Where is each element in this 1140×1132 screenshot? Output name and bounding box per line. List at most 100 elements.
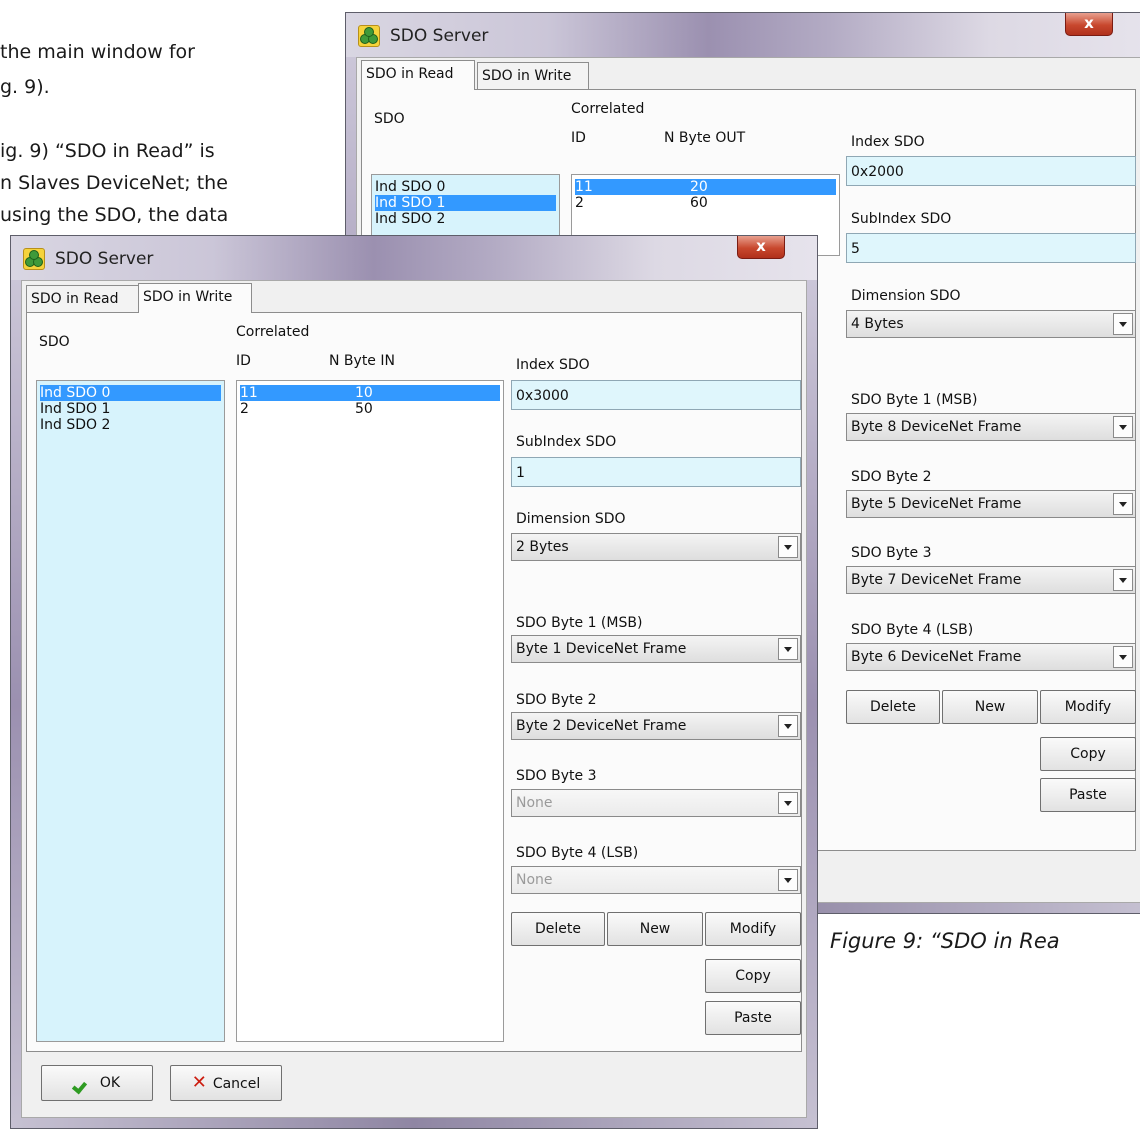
back-sdo-label: SDO xyxy=(374,111,405,127)
back-index-label: Index SDO xyxy=(851,134,925,150)
list-item[interactable]: Ind SDO 1 xyxy=(375,195,556,211)
front-byte1-value: Byte 1 DeviceNet Frame xyxy=(516,641,687,657)
chevron-down-icon[interactable] xyxy=(1113,313,1133,335)
front-footer: OK ✕ Cancel xyxy=(26,1051,802,1113)
row-id: 2 xyxy=(240,401,249,417)
back-byte1-value: Byte 8 DeviceNet Frame xyxy=(851,419,1022,435)
list-item[interactable]: Ind SDO 2 xyxy=(375,211,556,227)
chevron-down-icon[interactable] xyxy=(778,638,798,660)
back-new-button[interactable]: New xyxy=(942,690,1038,724)
front-frame-right xyxy=(807,280,817,1128)
back-dimension-label: Dimension SDO xyxy=(851,288,961,304)
table-row[interactable]: 2 50 xyxy=(240,401,500,417)
cancel-label: Cancel xyxy=(212,1076,261,1092)
row-nbyte: 60 xyxy=(690,195,708,211)
back-copy-button[interactable]: Copy xyxy=(1040,737,1136,771)
doc-line-3: ig. 9) “SDO in Read” is xyxy=(0,140,215,162)
table-row[interactable]: 11 10 xyxy=(240,385,500,401)
row-nbyte: 10 xyxy=(355,385,373,401)
chevron-down-icon[interactable] xyxy=(1113,646,1133,668)
back-byte3-value: Byte 7 DeviceNet Frame xyxy=(851,572,1022,588)
row-id: 11 xyxy=(240,385,258,401)
back-byte4-value: Byte 6 DeviceNet Frame xyxy=(851,649,1022,665)
list-item[interactable]: Ind SDO 2 xyxy=(40,417,221,433)
list-item[interactable]: Ind SDO 1 xyxy=(40,401,221,417)
back-byte2-select[interactable]: Byte 5 DeviceNet Frame xyxy=(846,490,1136,518)
chevron-down-icon[interactable] xyxy=(1113,416,1133,438)
back-correlated-label: Correlated xyxy=(571,101,645,117)
front-frame-left xyxy=(11,280,21,1128)
row-id: 2 xyxy=(575,195,584,211)
ok-button[interactable]: OK xyxy=(41,1065,153,1101)
front-client-area: SDO in Read SDO in Write SDO Correlated … xyxy=(21,280,807,1118)
front-correlated-label: Correlated xyxy=(236,324,310,340)
chevron-down-icon[interactable] xyxy=(778,715,798,737)
front-byte4-value: None xyxy=(516,872,553,888)
back-titlebar[interactable]: SDO Server x xyxy=(346,13,1140,57)
back-byte2-value: Byte 5 DeviceNet Frame xyxy=(851,496,1022,512)
front-byte1-label: SDO Byte 1 (MSB) xyxy=(516,615,643,631)
front-byte2-select[interactable]: Byte 2 DeviceNet Frame xyxy=(511,712,801,740)
front-col-nbyte: N Byte IN xyxy=(329,353,395,369)
front-dimension-select[interactable]: 2 Bytes xyxy=(511,533,801,561)
front-byte2-value: Byte 2 DeviceNet Frame xyxy=(516,718,687,734)
back-byte4-select[interactable]: Byte 6 DeviceNet Frame xyxy=(846,643,1136,671)
front-modify-button[interactable]: Modify xyxy=(705,912,801,946)
front-byte4-select[interactable]: None xyxy=(511,866,801,894)
back-subindex-field[interactable]: 5 xyxy=(846,233,1136,263)
back-byte1-select[interactable]: Byte 8 DeviceNet Frame xyxy=(846,413,1136,441)
list-item[interactable]: Ind SDO 0 xyxy=(40,385,221,401)
back-col-id: ID xyxy=(571,130,586,146)
back-byte4-label: SDO Byte 4 (LSB) xyxy=(851,622,974,638)
front-titlebar[interactable]: SDO Server x xyxy=(11,236,817,280)
front-sdo-list[interactable]: Ind SDO 0 Ind SDO 1 Ind SDO 2 xyxy=(36,380,225,1042)
back-tab-sdo-in-write[interactable]: SDO in Write xyxy=(477,62,589,89)
back-byte3-select[interactable]: Byte 7 DeviceNet Frame xyxy=(846,566,1136,594)
cancel-button[interactable]: ✕ Cancel xyxy=(170,1065,282,1101)
front-copy-button[interactable]: Copy xyxy=(705,959,801,993)
front-byte2-label: SDO Byte 2 xyxy=(516,692,597,708)
chevron-down-icon[interactable] xyxy=(778,869,798,891)
front-correlated-list[interactable]: 11 10 2 50 xyxy=(236,380,504,1042)
list-item[interactable]: Ind SDO 0 xyxy=(375,179,556,195)
row-nbyte: 20 xyxy=(690,179,708,195)
figure-caption: Figure 9: “SDO in Rea xyxy=(830,929,1060,953)
front-window-title: SDO Server xyxy=(55,249,154,269)
front-tab-sdo-in-read[interactable]: SDO in Read xyxy=(26,285,140,312)
back-tab-sdo-in-read[interactable]: SDO in Read xyxy=(361,60,475,90)
front-byte3-select[interactable]: None xyxy=(511,789,801,817)
back-close-button[interactable]: x xyxy=(1065,13,1113,36)
front-window: SDO Server x SDO in Read SDO in Write SD… xyxy=(10,235,818,1129)
front-new-button[interactable]: New xyxy=(607,912,703,946)
chevron-down-icon[interactable] xyxy=(1113,493,1133,515)
back-byte2-label: SDO Byte 2 xyxy=(851,469,932,485)
table-row[interactable]: 2 60 xyxy=(575,195,836,211)
close-icon: x xyxy=(1084,14,1094,32)
front-index-field[interactable]: 0x3000 xyxy=(511,380,801,410)
back-window-title: SDO Server xyxy=(390,26,489,46)
table-row[interactable]: 11 20 xyxy=(575,179,836,195)
back-modify-button[interactable]: Modify xyxy=(1040,690,1136,724)
back-index-field[interactable]: 0x2000 xyxy=(846,156,1136,186)
back-dimension-select[interactable]: 4 Bytes xyxy=(846,310,1136,338)
back-paste-button[interactable]: Paste xyxy=(1040,778,1136,812)
chevron-down-icon[interactable] xyxy=(778,792,798,814)
front-close-button[interactable]: x xyxy=(737,236,785,259)
front-tab-panel: SDO Correlated ID N Byte IN Ind SDO 0 In… xyxy=(26,312,802,1052)
front-paste-button[interactable]: Paste xyxy=(705,1001,801,1035)
chevron-down-icon[interactable] xyxy=(778,536,798,558)
front-index-label: Index SDO xyxy=(516,357,590,373)
front-subindex-field[interactable]: 1 xyxy=(511,457,801,487)
back-delete-button[interactable]: Delete xyxy=(846,690,940,724)
front-delete-button[interactable]: Delete xyxy=(511,912,605,946)
front-dimension-value: 2 Bytes xyxy=(516,539,569,555)
checkmark-icon xyxy=(74,1076,92,1088)
front-tab-sdo-in-write[interactable]: SDO in Write xyxy=(138,283,252,313)
chevron-down-icon[interactable] xyxy=(1113,569,1133,591)
front-byte1-select[interactable]: Byte 1 DeviceNet Frame xyxy=(511,635,801,663)
front-byte3-value: None xyxy=(516,795,553,811)
x-cancel-icon: ✕ xyxy=(191,1072,207,1093)
front-dimension-label: Dimension SDO xyxy=(516,511,626,527)
ok-label: OK xyxy=(99,1075,121,1091)
back-byte1-label: SDO Byte 1 (MSB) xyxy=(851,392,978,408)
